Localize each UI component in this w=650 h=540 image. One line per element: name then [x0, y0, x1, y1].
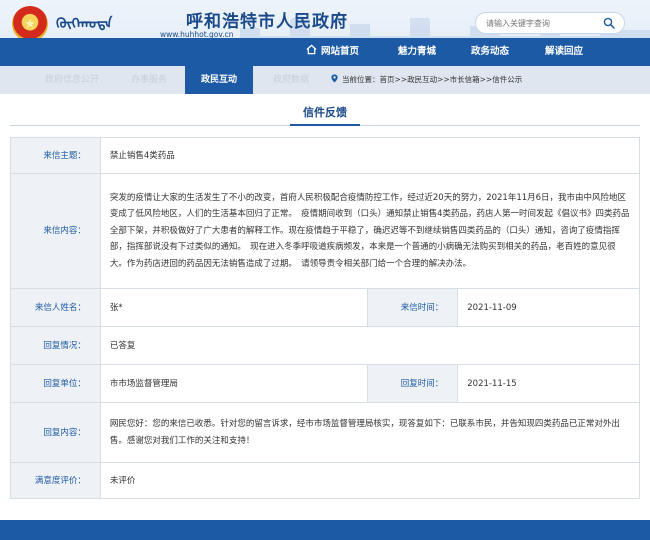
- tab-gov-data[interactable]: 政府数据: [256, 66, 326, 94]
- search-icon[interactable]: [603, 17, 615, 29]
- reply-date-label: 回复时间：: [367, 364, 459, 403]
- sub-nav: 政府信息公开 办事服务 政民互动 政府数据 当前位置：首页>>政民互动>>市长信…: [0, 66, 650, 94]
- date-value: 2021-11-09: [457, 288, 640, 327]
- reply-unit-value: 市市场监督管理局: [99, 364, 369, 403]
- search-input[interactable]: [486, 16, 596, 30]
- site-title[interactable]: 呼和浩特市人民政府: [186, 7, 348, 32]
- table-row: 回复单位： 市市场监督管理局 回复时间： 2021-11-15: [10, 364, 640, 403]
- table-row: 来信人姓名： 张* 来信时间： 2021-11-09: [10, 288, 640, 327]
- national-emblem-logo[interactable]: ★: [12, 6, 48, 42]
- tab-gov-info[interactable]: 政府信息公开: [28, 66, 116, 94]
- reply-date-value: 2021-11-15: [457, 364, 640, 403]
- table-row: 来信内容： 突发的疫情让大家的生活发生了不小的改变，首府人民积极配合疫情防控工作…: [10, 173, 641, 289]
- footer-bar: [0, 520, 650, 540]
- tab-services[interactable]: 办事服务: [116, 66, 182, 94]
- status-value: 已答复: [99, 326, 641, 365]
- table-row: 满意度评价： 未评价: [10, 462, 641, 499]
- sender-label: 来信人姓名：: [10, 288, 101, 327]
- reply-value: 网民您好：您的来信已收悉。针对您的留言诉求，经市市场监督管理局核实，现答复如下：…: [99, 402, 641, 463]
- nav-item-home[interactable]: 网站首页: [306, 38, 359, 66]
- reply-unit-label: 回复单位：: [10, 364, 101, 403]
- rating-value: 未评价: [99, 462, 641, 499]
- table-row: 回复情况： 已答复: [10, 326, 641, 365]
- nav-item-interpretation[interactable]: 解读回应: [545, 38, 583, 66]
- section-header: 信件反馈: [0, 100, 650, 126]
- breadcrumb-text[interactable]: 当前位置：首页>>政民互动>>市长信箱>>信件公示: [342, 75, 522, 84]
- home-icon: [306, 44, 317, 55]
- table-row: 来信主题： 禁止销售4类药品: [10, 137, 641, 174]
- content-value: 突发的疫情让大家的生活发生了不小的改变，首府人民积极配合疫情防控工作，经过近20…: [99, 173, 641, 289]
- nav-item-label: 网站首页: [321, 46, 360, 57]
- nav-item-charm[interactable]: 魅力青城: [398, 38, 436, 66]
- mongolian-site-title: ᠬᠥᠬᠡᠬᠣᠲᠠ: [56, 16, 113, 32]
- subject-label: 来信主题：: [10, 137, 101, 174]
- letter-detail-table: 来信主题： 禁止销售4类药品 来信内容： 突发的疫情让大家的生活发生了不小的改变…: [10, 137, 641, 499]
- status-label: 回复情况：: [10, 326, 101, 365]
- main-nav: 网站首页 魅力青城 政务动态 解读回应: [0, 38, 650, 66]
- subject-value: 禁止销售4类药品: [99, 137, 641, 174]
- reply-label: 回复内容：: [10, 402, 101, 463]
- tab-interaction[interactable]: 政民互动: [185, 66, 253, 94]
- rating-label: 满意度评价：: [10, 462, 101, 499]
- location-pin-icon: [331, 74, 338, 83]
- nav-item-gov-news[interactable]: 政务动态: [471, 38, 509, 66]
- search-box: [475, 12, 625, 34]
- section-title: 信件反馈: [303, 106, 347, 119]
- sender-value: 张*: [99, 288, 369, 327]
- table-row: 回复内容： 网民您好：您的来信已收悉。针对您的留言诉求，经市市场监督管理局核实，…: [10, 402, 641, 463]
- section-title-underline: [290, 124, 360, 126]
- date-label: 来信时间：: [367, 288, 459, 327]
- breadcrumb: 当前位置：首页>>政民互动>>市长信箱>>信件公示: [330, 66, 522, 94]
- content-label: 来信内容：: [10, 173, 101, 289]
